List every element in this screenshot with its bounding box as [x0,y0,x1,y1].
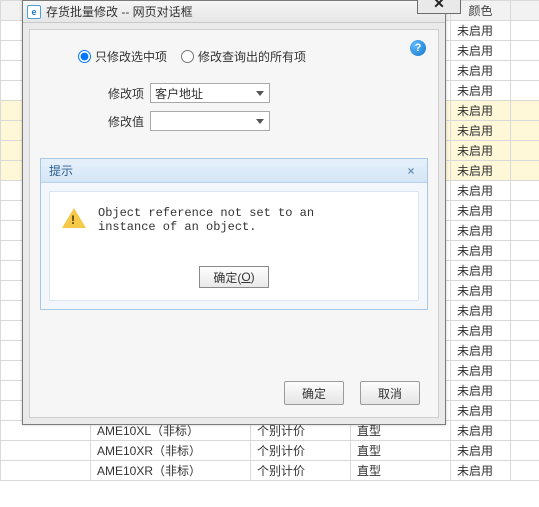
close-button[interactable]: ✕ [417,0,461,14]
cell: 未启用 [451,321,511,341]
cell [511,181,539,201]
cell [511,141,539,161]
radio-selected-only[interactable]: 只修改选中项 [78,48,167,65]
cell [511,41,539,61]
cell [1,441,91,461]
dialog-title: 存货批量修改 -- 网页对话框 [46,3,193,20]
cell: 未启用 [451,141,511,161]
ok-button[interactable]: 确定 [284,381,344,405]
modify-item-combo[interactable]: 客户地址 [150,83,270,103]
modify-item-value: 客户地址 [155,85,203,102]
modify-item-row: 修改项 客户地址 [100,83,428,103]
table-row: AME10XR（非标）个别计价直型未启用 [1,461,539,481]
prompt-message: Object reference not set to an instance … [98,206,368,234]
cell: 未启用 [451,161,511,181]
cell [511,21,539,41]
cell [511,241,539,261]
cell [511,341,539,361]
cell: 未启用 [451,241,511,261]
radio-all-query-label: 修改查询出的所有项 [198,48,306,65]
cell [511,81,539,101]
cell [1,461,91,481]
cell: 未启用 [451,61,511,81]
cell [511,261,539,281]
prompt-title: 提示 [49,162,73,179]
modify-value-label: 修改值 [100,113,144,130]
scope-radio-group: 只修改选中项 修改查询出的所有项 [78,48,428,65]
cell [511,121,539,141]
cell: 未启用 [451,121,511,141]
cell: 未启用 [451,461,511,481]
cell: 个别计价 [251,461,351,481]
cell [511,221,539,241]
cancel-button[interactable]: 取消 [360,381,420,405]
batch-modify-dialog: e 存货批量修改 -- 网页对话框 ✕ ? 只修改选中项 修改查询出的所有项 修… [22,0,446,425]
cell: 未启用 [451,221,511,241]
cell: AME10XR（非标） [91,461,251,481]
cell: 未启用 [451,261,511,281]
cell [511,101,539,121]
cell [511,61,539,81]
cell [511,361,539,381]
dialog-button-row: 确定 取消 [284,381,420,405]
radio-selected-only-input[interactable] [78,50,91,63]
prompt-ok-button[interactable]: 确定(O) [199,266,269,288]
cell: 未启用 [451,201,511,221]
dialog-titlebar: e 存货批量修改 -- 网页对话框 ✕ [23,1,445,23]
cell: 未启用 [451,281,511,301]
modify-value-row: 修改值 [100,111,428,131]
modify-value-combo[interactable] [150,111,270,131]
cell [511,401,539,421]
cell: 未启用 [451,421,511,441]
radio-all-query[interactable]: 修改查询出的所有项 [181,48,306,65]
cell [511,161,539,181]
cell [511,321,539,341]
cell [511,281,539,301]
dialog-body: ? 只修改选中项 修改查询出的所有项 修改项 客户地址 修改值 [29,29,439,418]
cell [511,301,539,321]
cell: 个别计价 [251,441,351,461]
cell: 未启用 [451,301,511,321]
help-icon[interactable]: ? [410,40,426,56]
prompt-close-icon[interactable]: × [403,164,419,178]
cell: 未启用 [451,341,511,361]
cell: 未启用 [451,81,511,101]
table-row: AME10XR（非标）个别计价直型未启用 [1,441,539,461]
cell [511,421,539,441]
cell [511,441,539,461]
cell: 未启用 [451,41,511,61]
prompt-head: 提示 × [41,159,427,183]
cell: AME10XR（非标） [91,441,251,461]
cell [511,461,539,481]
col-e [511,1,539,21]
prompt-ok-hotkey: O [241,270,250,284]
cell: 未启用 [451,101,511,121]
cell [511,201,539,221]
error-prompt: 提示 × Object reference not set to an inst… [40,158,428,310]
modify-item-label: 修改项 [100,85,144,102]
cell: 未启用 [451,181,511,201]
cell: 未启用 [451,361,511,381]
prompt-body: Object reference not set to an instance … [49,191,419,301]
cell: 直型 [351,441,451,461]
cell: 未启用 [451,441,511,461]
cell: 未启用 [451,21,511,41]
prompt-ok-prefix: 确定( [213,269,241,286]
cell: 未启用 [451,381,511,401]
cell: 直型 [351,461,451,481]
app-icon: e [27,5,41,19]
cell [511,381,539,401]
prompt-message-row: Object reference not set to an instance … [62,206,406,256]
radio-all-query-input[interactable] [181,50,194,63]
warning-icon [62,208,86,228]
radio-selected-only-label: 只修改选中项 [95,48,167,65]
cell: 未启用 [451,401,511,421]
prompt-ok-suffix: ) [251,270,255,284]
